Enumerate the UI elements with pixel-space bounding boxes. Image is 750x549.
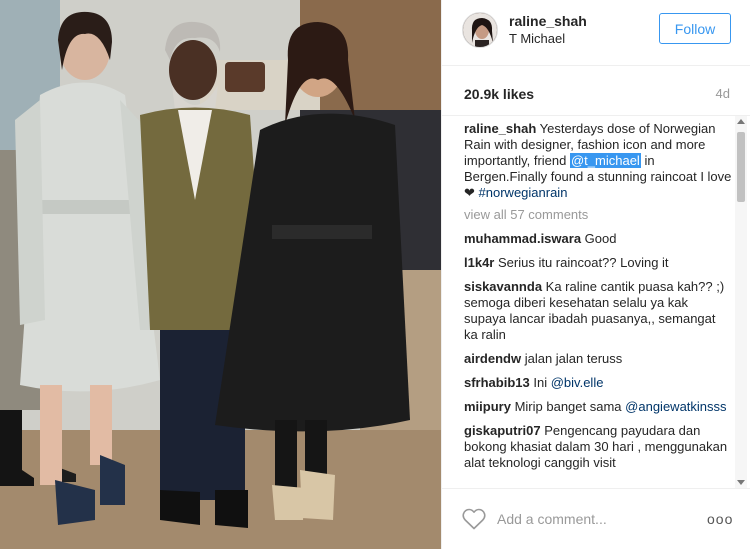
caption: raline_shah Yesterdays dose of Norwegian… [464, 121, 732, 201]
comment-item: sfrhabib13 Ini @biv.elle [464, 375, 732, 391]
avatar-image [463, 13, 497, 47]
post-age[interactable]: 4d [716, 86, 730, 101]
comment-text: Mirip banget sama [514, 399, 622, 414]
comments-scrollbar[interactable] [735, 116, 747, 488]
heart-icon[interactable] [462, 508, 486, 530]
caption-hashtag[interactable]: #norwegianrain [479, 185, 568, 200]
comment-item: l1k4r Serius itu raincoat?? Loving it [464, 255, 732, 271]
comment-username[interactable]: l1k4r [464, 255, 494, 270]
likes-row: 20.9k likes 4d [442, 66, 750, 116]
comment-text: jalan jalan teruss [524, 351, 623, 366]
comment-item: miipury Mirip banget sama @angiewatkinss… [464, 399, 732, 415]
comment-mention[interactable]: @biv.elle [551, 375, 604, 390]
post-author-username[interactable]: raline_shah [509, 13, 587, 29]
scroll-up-arrow-icon[interactable] [737, 119, 745, 124]
post-header: raline_shah T Michael Follow [442, 0, 750, 66]
instagram-post-modal: raline_shah T Michael Follow 20.9k likes… [0, 0, 750, 549]
comment-username[interactable]: miipury [464, 399, 511, 414]
photo-illustration [0, 0, 441, 549]
comment-username[interactable]: airdendw [464, 351, 521, 366]
scroll-down-arrow-icon[interactable] [737, 480, 745, 485]
likes-count[interactable]: 20.9k likes [464, 86, 534, 102]
add-comment-bar: ooo [442, 488, 750, 549]
view-all-comments-link[interactable]: view all 57 comments [464, 207, 732, 223]
add-comment-input[interactable] [495, 507, 699, 531]
comment-username[interactable]: giskaputri07 [464, 423, 541, 438]
follow-button[interactable]: Follow [659, 13, 731, 44]
comment-username[interactable]: siskavannda [464, 279, 542, 294]
comment-text: Serius itu raincoat?? Loving it [498, 255, 669, 270]
comment-username[interactable]: sfrhabib13 [464, 375, 530, 390]
caption-username[interactable]: raline_shah [464, 121, 536, 136]
comment-text: Good [584, 231, 617, 246]
comment-item: siskavannda Ka raline cantik puasa kah??… [464, 279, 732, 343]
comment-text: Ini [533, 375, 548, 390]
comment-item: muhammad.iswara Good [464, 231, 732, 247]
scrollbar-thumb[interactable] [737, 132, 745, 202]
comment-item: giskaputri07 Pengencang payudara dan bok… [464, 423, 732, 471]
comment-item: airdendw jalan jalan teruss [464, 351, 732, 367]
comments-list: raline_shah Yesterdays dose of Norwegian… [464, 121, 732, 487]
avatar[interactable] [462, 12, 498, 48]
post-photo[interactable] [0, 0, 441, 549]
post-details-panel: raline_shah T Michael Follow 20.9k likes… [441, 0, 750, 549]
comment-mention[interactable]: @angiewatkinsss [625, 399, 726, 414]
caption-mention[interactable]: @t_michael [569, 153, 641, 168]
comment-username[interactable]: muhammad.iswara [464, 231, 581, 246]
more-options-icon[interactable]: ooo [707, 511, 733, 527]
post-location[interactable]: T Michael [509, 31, 565, 46]
